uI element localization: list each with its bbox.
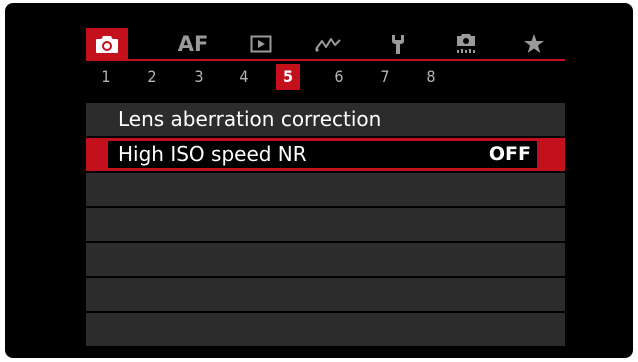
custom-camera-icon (457, 33, 475, 53)
tab-af[interactable]: AF (172, 28, 214, 59)
menu-item-empty (86, 173, 565, 206)
menu-item-label: High ISO speed NR (118, 142, 307, 166)
camera-screen: AF 1 2 3 4 5 6 7 8 Lens aberration corre… (5, 3, 633, 358)
star-icon (524, 33, 544, 53)
menu-item-empty (86, 313, 565, 346)
tab-custom[interactable] (445, 28, 487, 59)
page-6[interactable]: 6 (327, 64, 351, 90)
playback-icon (250, 35, 272, 52)
menu-item-lens-aberration-correction[interactable]: Lens aberration correction (86, 103, 565, 136)
menu-item-value: OFF (488, 143, 531, 165)
page-3[interactable]: 3 (187, 64, 211, 90)
menu-item-empty (86, 208, 565, 241)
tab-network[interactable] (307, 28, 349, 59)
page-4[interactable]: 4 (232, 64, 256, 90)
camera-icon (96, 35, 118, 53)
page-8[interactable]: 8 (419, 64, 443, 90)
menu-item-empty (86, 278, 565, 311)
page-7[interactable]: 7 (373, 64, 397, 90)
tab-playback[interactable] (240, 28, 282, 59)
tab-af-label: AF (177, 31, 209, 56)
page-5[interactable]: 5 (276, 64, 300, 90)
wrench-icon (392, 34, 404, 54)
menu-item-label: Lens aberration correction (118, 107, 382, 131)
wireless-icon (315, 37, 341, 52)
menu-item-empty (86, 243, 565, 276)
tab-setup[interactable] (377, 28, 419, 59)
menu-item-high-iso-speed-nr[interactable]: High ISO speed NR OFF (86, 138, 565, 171)
page-2[interactable]: 2 (140, 64, 164, 90)
tab-my-menu[interactable] (513, 28, 555, 59)
page-indicator: 1 2 3 4 5 6 7 8 (86, 64, 565, 90)
tab-shooting[interactable] (86, 28, 128, 59)
page-1[interactable]: 1 (94, 64, 118, 90)
menu-tab-bar: AF (86, 28, 565, 59)
tab-underline (86, 59, 565, 61)
